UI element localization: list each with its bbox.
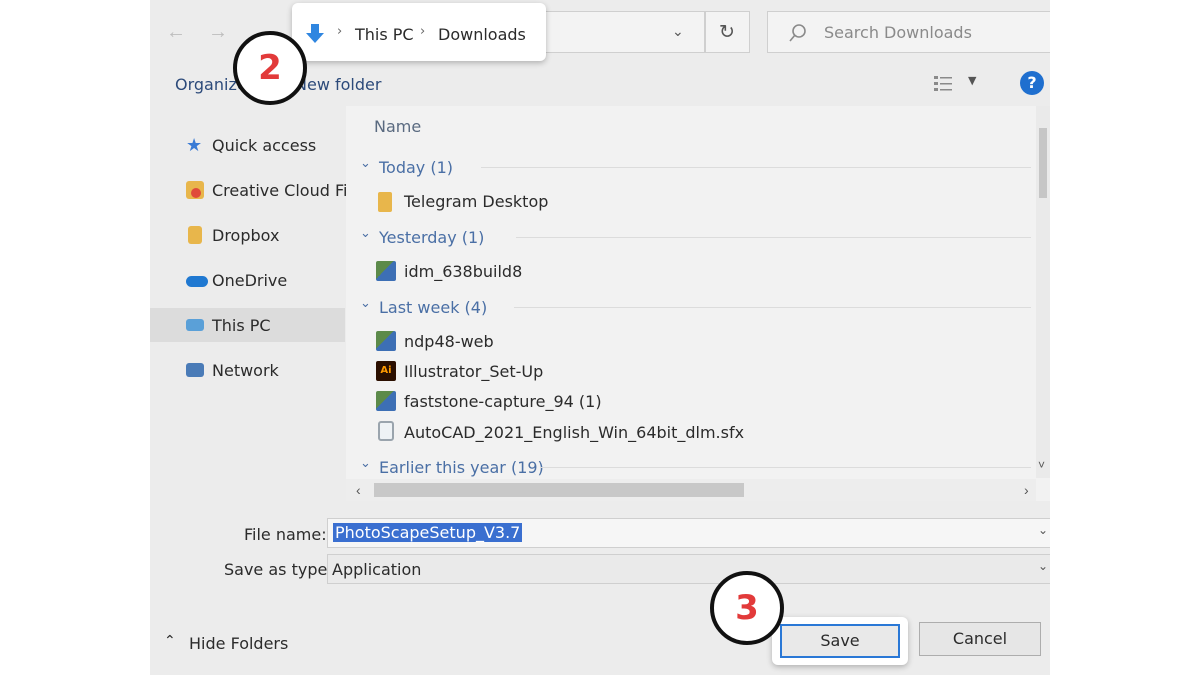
group-divider — [481, 167, 1031, 168]
sidebar-item-dropbox[interactable]: Dropbox — [150, 218, 345, 252]
sfx-icon — [378, 421, 394, 441]
breadcrumb-separator-icon: › — [420, 24, 426, 39]
address-dropdown-icon[interactable]: ⌄ — [672, 24, 684, 40]
scroll-down-icon[interactable]: ˅ — [1038, 458, 1045, 472]
group-header-yesterday[interactable]: Yesterday (1) — [379, 228, 484, 247]
installer-icon — [376, 331, 396, 351]
installer-icon — [376, 261, 396, 281]
hide-folders-button[interactable]: Hide Folders — [189, 634, 288, 653]
cloud-icon — [186, 271, 208, 289]
new-folder-button[interactable]: New folder — [295, 75, 381, 94]
creative-cloud-icon — [186, 181, 204, 199]
breadcrumb-item-this-pc[interactable]: This PC — [355, 25, 414, 44]
sidebar-item-onedrive[interactable]: OneDrive — [150, 263, 345, 297]
search-box[interactable]: Search Downloads — [767, 11, 1050, 53]
group-divider — [541, 467, 1031, 468]
file-name-value: PhotoScapeSetup_V3.7 — [333, 523, 523, 542]
search-icon — [789, 24, 806, 42]
group-divider — [514, 307, 1031, 308]
download-arrow-icon — [306, 24, 324, 43]
refresh-icon: ↻ — [719, 21, 735, 43]
group-header-last-week[interactable]: Last week (4) — [379, 298, 487, 317]
file-name-field[interactable]: PhotoScapeSetup_V3.7 ⌄ — [327, 518, 1050, 548]
help-icon[interactable]: ? — [1020, 71, 1044, 95]
forward-arrow-icon[interactable]: → — [208, 22, 228, 42]
sidebar-item-network[interactable]: Network — [150, 353, 345, 387]
view-dropdown-icon[interactable]: ▼ — [968, 74, 976, 87]
file-item[interactable]: ndp48-web — [404, 332, 494, 351]
chevron-down-icon[interactable]: ⌄ — [1038, 559, 1048, 573]
step-badge-3: 3 — [710, 571, 784, 645]
vertical-scrollbar[interactable]: ˅ — [1036, 106, 1050, 478]
view-options-icon[interactable] — [932, 73, 956, 93]
sidebar-item-this-pc[interactable]: This PC — [150, 308, 345, 342]
file-name-label: File name: — [244, 525, 327, 544]
sidebar-item-creative-cloud[interactable]: Creative Cloud Files — [150, 173, 370, 207]
breadcrumb-separator-icon: › — [337, 24, 343, 39]
horizontal-scroll-thumb[interactable] — [374, 483, 744, 497]
chevron-down-icon[interactable]: ⌄ — [360, 156, 371, 171]
chevron-down-icon[interactable]: ⌄ — [1038, 523, 1048, 537]
save-button[interactable]: Save — [780, 624, 900, 658]
column-header-name[interactable]: Name — [374, 117, 421, 136]
file-item[interactable]: idm_638build8 — [404, 262, 522, 281]
illustrator-icon: Ai — [376, 361, 396, 381]
save-type-select[interactable]: Application ⌄ — [327, 554, 1050, 584]
scroll-left-icon[interactable]: ‹ — [356, 482, 361, 498]
chevron-down-icon[interactable]: ⌄ — [360, 456, 371, 471]
sidebar-item-label: Quick access — [212, 136, 317, 155]
file-item[interactable]: Telegram Desktop — [404, 192, 548, 211]
file-item[interactable]: Illustrator_Set-Up — [404, 362, 543, 381]
chevron-down-icon[interactable]: ⌄ — [360, 296, 371, 311]
chevron-down-icon[interactable]: ⌄ — [360, 226, 371, 241]
search-placeholder: Search Downloads — [824, 23, 972, 42]
sidebar-item-label: Network — [212, 361, 279, 380]
star-icon: ★ — [186, 135, 203, 155]
back-arrow-icon[interactable]: ← — [166, 22, 186, 42]
group-header-today[interactable]: Today (1) — [379, 158, 453, 177]
vertical-scroll-thumb[interactable] — [1039, 128, 1047, 198]
group-header-earlier-this-year[interactable]: Earlier this year (19) — [379, 458, 544, 477]
horizontal-scrollbar[interactable]: ‹ › — [346, 479, 1036, 501]
file-item[interactable]: faststone-capture_94 (1) — [404, 392, 602, 411]
step-badge-2: 2 — [233, 31, 307, 105]
folder-icon — [188, 226, 202, 244]
save-type-value: Application — [332, 560, 422, 579]
chevron-up-icon[interactable]: ⌃ — [164, 633, 176, 649]
sidebar-item-quick-access[interactable]: ★ Quick access — [150, 128, 345, 162]
breadcrumb[interactable]: › This PC › Downloads — [300, 10, 540, 54]
group-divider — [516, 237, 1031, 238]
cancel-button[interactable]: Cancel — [919, 622, 1041, 656]
refresh-button[interactable]: ↻ — [705, 11, 750, 53]
save-type-label: Save as type: — [224, 560, 333, 579]
network-icon — [186, 363, 204, 377]
scroll-right-icon[interactable]: › — [1024, 482, 1029, 498]
computer-icon — [186, 319, 204, 331]
breadcrumb-item-downloads[interactable]: Downloads — [438, 25, 526, 44]
file-item[interactable]: AutoCAD_2021_English_Win_64bit_dlm.sfx — [404, 423, 744, 442]
sidebar-item-label: OneDrive — [212, 271, 288, 290]
folder-icon — [378, 192, 392, 212]
navigation-pane: ★ Quick access Creative Cloud Files Drop… — [150, 106, 370, 501]
file-list-pane: Name ⌄ Today (1) Telegram Desktop ⌄ Yest… — [346, 106, 1050, 501]
installer-icon — [376, 391, 396, 411]
sidebar-item-label: This PC — [212, 316, 271, 335]
sidebar-item-label: Dropbox — [212, 226, 280, 245]
